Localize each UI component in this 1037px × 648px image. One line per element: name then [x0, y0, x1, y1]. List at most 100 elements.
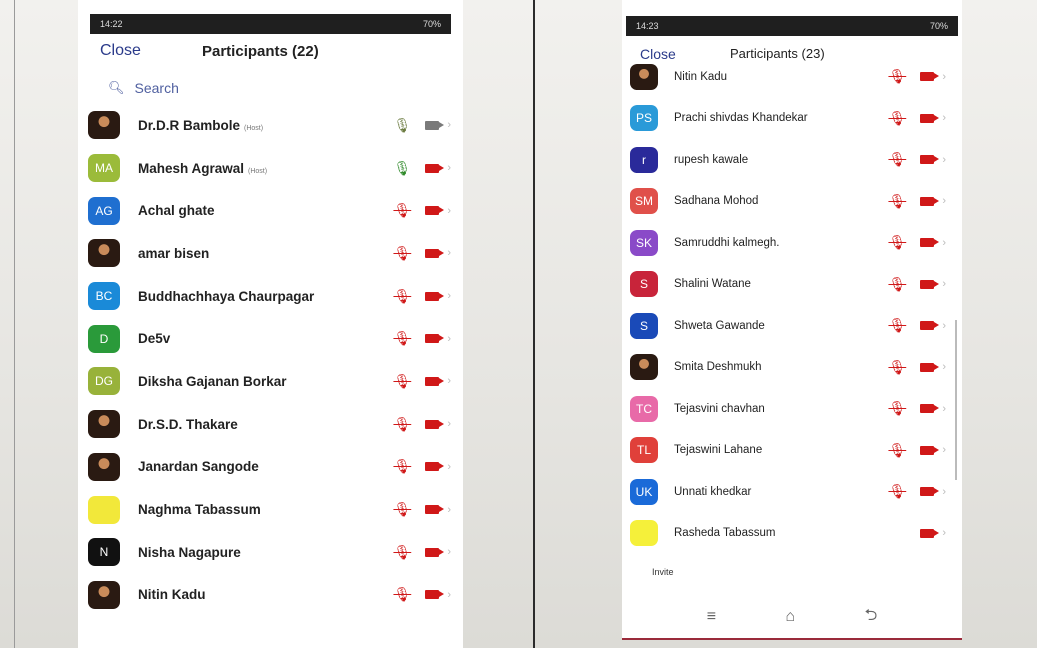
- participant-name: Unnati khedkar: [674, 486, 751, 498]
- home-icon[interactable]: ⌂: [785, 608, 795, 626]
- participant-row[interactable]: MA Mahesh Agrawal (Host) 🎙︎ ›: [78, 147, 463, 190]
- status-battery: 70%: [422, 19, 441, 29]
- mic-muted-icon: 🎙︎: [888, 483, 907, 500]
- participant-row[interactable]: Smita Deshmukh 🎙︎ ›: [622, 347, 962, 389]
- participant-name: Janardan Sangode: [138, 459, 259, 474]
- search-input[interactable]: 🔍︎ Search: [108, 72, 463, 104]
- participant-row[interactable]: UK Unnati khedkar 🎙︎ ›: [622, 471, 962, 513]
- avatar: DG: [88, 367, 120, 396]
- chevron-right-icon: ›: [942, 402, 946, 415]
- participant-status-icons: 🎙︎ ›: [885, 193, 946, 210]
- chevron-right-icon: ›: [447, 375, 451, 388]
- video-off-icon: [917, 279, 940, 290]
- video-off-icon: [422, 205, 445, 216]
- participant-name: Nitin Kadu: [138, 587, 206, 602]
- participant-status-icons: ›: [885, 527, 946, 539]
- status-time: 14:23: [636, 21, 659, 31]
- participant-row[interactable]: N Nisha Nagapure 🎙︎ ›: [78, 531, 463, 574]
- chevron-right-icon: ›: [447, 546, 451, 559]
- invite-button[interactable]: Invite: [652, 560, 962, 584]
- participant-row[interactable]: D De5v 🎙︎ ›: [78, 317, 463, 360]
- video-off-icon: [422, 461, 445, 472]
- participant-row[interactable]: Janardan Sangode 🎙︎ ›: [78, 446, 463, 489]
- participant-row[interactable]: Dr.D.R Bambole (Host) 🎙︎ ›: [78, 104, 463, 147]
- video-off-icon: [422, 547, 445, 558]
- video-off-icon: [422, 163, 445, 174]
- participant-status-icons: 🎙︎ ›: [885, 276, 946, 293]
- video-icon: [422, 120, 445, 131]
- participant-name-text: Samruddhi kalmegh.: [674, 236, 780, 249]
- mic-muted-icon: 🎙︎: [393, 458, 412, 475]
- search-icon: 🔍︎: [108, 80, 125, 95]
- participant-row[interactable]: SK Samruddhi kalmegh. 🎙︎ ›: [622, 222, 962, 264]
- participant-status-icons: 🎙︎ ›: [885, 234, 946, 251]
- participant-row[interactable]: TL Tejaswini Lahane 🎙︎ ›: [622, 430, 962, 472]
- scrollbar[interactable]: [955, 320, 957, 480]
- chevron-right-icon: ›: [942, 278, 946, 291]
- chevron-right-icon: ›: [942, 527, 946, 540]
- participant-status-icons: 🎙︎ ›: [390, 458, 451, 475]
- participant-row[interactable]: PS Prachi shivdas Khandekar 🎙︎ ›: [622, 98, 962, 140]
- participant-row[interactable]: Rasheda Tabassum ›: [622, 513, 962, 555]
- avatar: TC: [630, 395, 658, 422]
- participant-row[interactable]: SM Sadhana Mohod 🎙︎ ›: [622, 181, 962, 223]
- participant-row[interactable]: AG Achal ghate 🎙︎ ›: [78, 189, 463, 232]
- participant-row[interactable]: TC Tejasvini chavhan 🎙︎ ›: [622, 388, 962, 430]
- mic-muted-icon: 🎙︎: [888, 400, 907, 417]
- android-nav-bar: ≡ ⌂ ⮌: [622, 602, 962, 632]
- participant-row[interactable]: r rupesh kawale 🎙︎ ›: [622, 139, 962, 181]
- participant-name: Naghma Tabassum: [138, 502, 261, 517]
- participant-row[interactable]: Nitin Kadu 🎙︎ ›: [78, 574, 463, 617]
- mic-muted-icon: 🎙︎: [888, 234, 907, 251]
- nav-underline: [622, 638, 962, 640]
- chevron-right-icon: ›: [447, 460, 451, 473]
- avatar: SK: [630, 229, 658, 256]
- participant-name: Nisha Nagapure: [138, 545, 241, 560]
- mic-muted-icon: 🎙︎: [888, 275, 907, 292]
- status-battery: 70%: [929, 21, 948, 31]
- menu-icon[interactable]: ≡: [707, 608, 716, 626]
- avatar-photo: [88, 410, 120, 439]
- participant-status-icons: 🎙︎ ›: [885, 317, 946, 334]
- participant-name-text: Nitin Kadu: [674, 70, 728, 83]
- chevron-right-icon: ›: [942, 236, 946, 249]
- chevron-right-icon: ›: [942, 319, 946, 332]
- participant-status-icons: 🎙︎ ›: [390, 330, 451, 347]
- avatar: S: [630, 271, 658, 298]
- participant-name-text: Smita Deshmukh: [674, 361, 762, 374]
- participant-status-icons: 🎙︎ ›: [390, 160, 451, 177]
- participant-row[interactable]: Dr.S.D. Thakare 🎙︎ ›: [78, 403, 463, 446]
- chevron-right-icon: ›: [942, 485, 946, 498]
- avatar: MA: [88, 154, 120, 183]
- participant-name-text: Nisha Nagapure: [138, 544, 241, 560]
- mic-muted-icon: 🎙︎: [393, 415, 412, 432]
- participant-name-text: Naghma Tabassum: [138, 502, 261, 518]
- participant-name: Rasheda Tabassum: [674, 527, 775, 539]
- back-icon[interactable]: ⮌: [864, 604, 877, 631]
- video-off-icon: [422, 376, 445, 387]
- participant-name: Dr.S.D. Thakare: [138, 417, 238, 432]
- participant-name: rupesh kawale: [674, 154, 748, 166]
- close-button[interactable]: Close: [100, 42, 141, 60]
- avatar: r: [630, 146, 658, 173]
- chevron-right-icon: ›: [942, 444, 946, 457]
- video-off-icon: [422, 333, 445, 344]
- mic-muted-icon: 🎙︎: [888, 441, 907, 458]
- participant-row[interactable]: DG Diksha Gajanan Borkar 🎙︎ ›: [78, 360, 463, 403]
- mic-muted-icon: 🎙︎: [393, 330, 412, 347]
- participant-row[interactable]: Naghma Tabassum 🎙︎ ›: [78, 488, 463, 531]
- mic-muted-icon: 🎙︎: [888, 192, 907, 209]
- participant-row[interactable]: BC Buddhachhaya Chaurpagar 🎙︎ ›: [78, 275, 463, 318]
- participant-row[interactable]: S Shweta Gawande 🎙︎ ›: [622, 305, 962, 347]
- status-bar: 14:23 70%: [626, 16, 958, 36]
- mic-muted-icon: 🎙︎: [393, 543, 412, 560]
- participant-row[interactable]: Nitin Kadu 🎙︎ ›: [622, 56, 962, 98]
- participant-name-text: Nitin Kadu: [138, 587, 206, 603]
- participant-name-text: Tejasvini chavhan: [674, 402, 765, 415]
- mic-muted-icon: 🎙︎: [888, 151, 907, 168]
- participant-name-text: De5v: [138, 331, 171, 347]
- participant-row[interactable]: amar bisen 🎙︎ ›: [78, 232, 463, 275]
- host-tag: (Host): [248, 167, 268, 175]
- chevron-right-icon: ›: [942, 112, 946, 125]
- participant-row[interactable]: S Shalini Watane 🎙︎ ›: [622, 264, 962, 306]
